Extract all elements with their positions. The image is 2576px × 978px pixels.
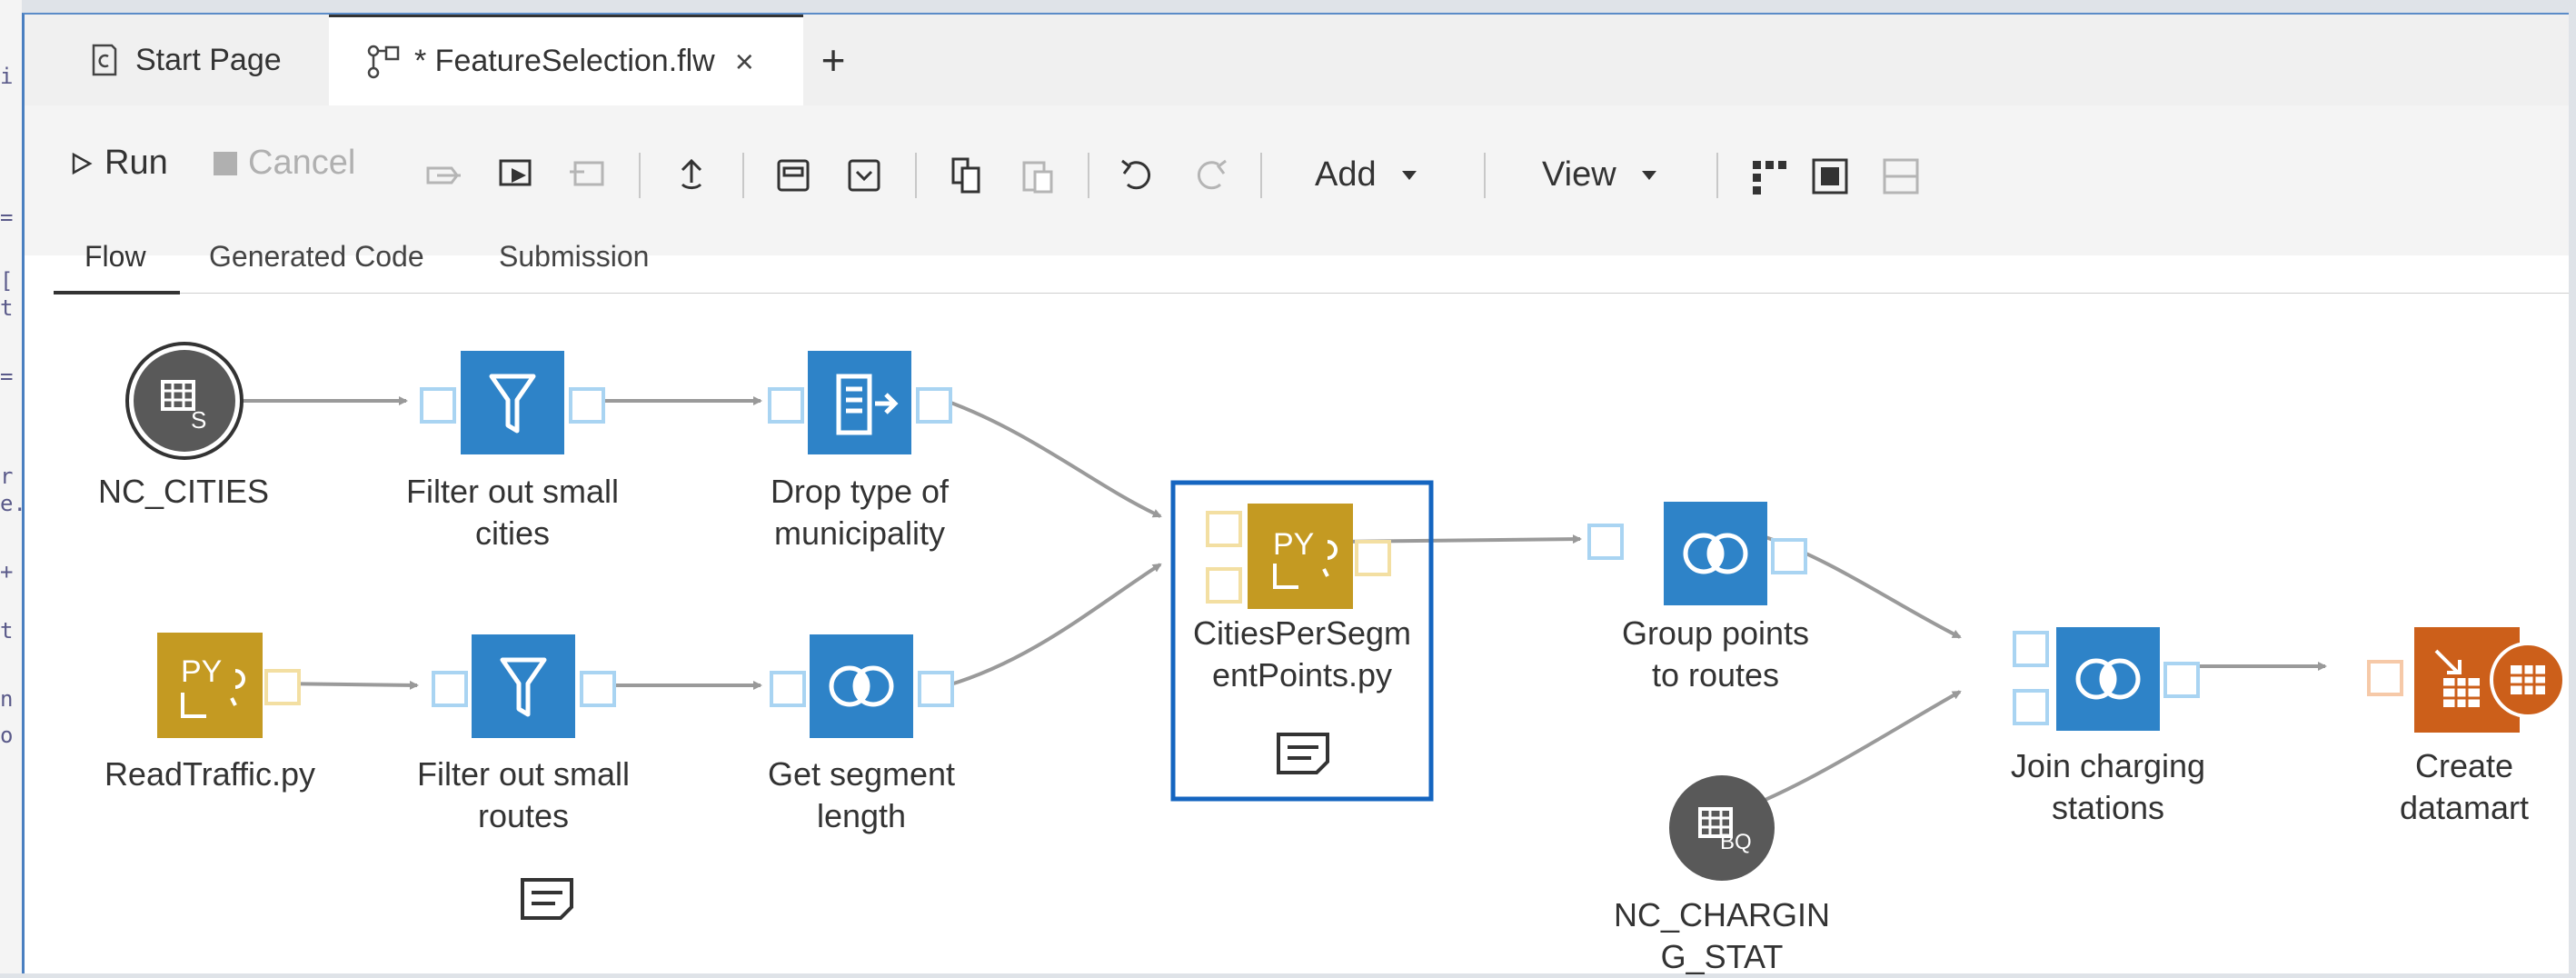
node-label-line: routes [477, 797, 570, 834]
node-filter-small-cities[interactable] [420, 351, 605, 454]
strip-char: [ [0, 268, 14, 294]
node-label-line: CitiesPerSegm [1192, 614, 1412, 652]
node-label-line: Filter out small [405, 473, 620, 510]
node-nc-cities[interactable]: S [125, 342, 244, 460]
strip-char: i [0, 64, 14, 89]
strip-char: + [0, 559, 14, 584]
node-label-line: NC_CHARGIN [1613, 896, 1831, 933]
strip-char: t [0, 618, 14, 644]
note-icon[interactable] [521, 878, 573, 920]
table-icon [2511, 665, 2545, 694]
node-label-line: G_STAT [1660, 938, 1784, 975]
node-read-traffic[interactable]: PY [157, 633, 301, 738]
node-get-segment-length[interactable] [770, 634, 954, 738]
node-label: CitiesPerSegm entPoints.py [1173, 613, 1431, 696]
node-label: Filter out small cities [385, 471, 640, 554]
node-label: ReadTraffic.py [104, 755, 316, 793]
node-drop-type[interactable] [768, 351, 952, 454]
strip-char: r [0, 464, 14, 489]
node-label-line: Join charging [2010, 747, 2206, 784]
node-label: Drop type of municipality [737, 471, 982, 554]
node-label-line: Get segment [767, 755, 956, 793]
strip-char: n [0, 686, 14, 712]
node-label: NC_CHARGIN G_STAT [1575, 894, 1869, 978]
node-label-line: Filter out small [416, 755, 631, 793]
connector [1728, 690, 1962, 816]
flow-editor-window: Start Page * FeatureSelection.flw × + Ru… [22, 13, 2569, 975]
strip-char: t [0, 295, 14, 321]
node-label-line: to routes [1651, 656, 1780, 694]
node-label: Create datamart [2360, 745, 2569, 829]
node-label: Get segment length [748, 753, 975, 837]
background-editor-strip: i = [ t = r e. + t n o [0, 0, 26, 973]
connector [947, 563, 1162, 687]
node-group-points[interactable] [1587, 502, 1807, 605]
node-label-line: datamart [2399, 789, 2530, 826]
node-label-line: Create [2414, 747, 2514, 784]
strip-char: o [0, 723, 14, 748]
node-label: Group points to routes [1584, 613, 1847, 696]
sas-badge: S [191, 406, 206, 434]
node-label-line: Group points [1621, 614, 1810, 652]
python-badge: PY [181, 654, 222, 689]
node-create-datamart[interactable] [2367, 627, 2566, 733]
strip-char: = [0, 364, 14, 389]
node-label: Filter out small routes [396, 753, 651, 837]
node-label: Join charging stations [1972, 745, 2244, 829]
node-label: NC_CITIES [97, 473, 270, 510]
node-label-line: Drop type of [770, 473, 950, 510]
strip-char: = [0, 205, 14, 230]
node-label-line: entPoints.py [1211, 656, 1393, 694]
node-filter-small-routes[interactable] [432, 634, 616, 738]
note-icon[interactable] [1277, 733, 1329, 774]
python-badge: PY [1273, 527, 1314, 562]
node-label-line: cities [474, 514, 551, 552]
node-join-charging[interactable] [2013, 627, 2200, 731]
bigquery-badge: BQ [1720, 830, 1752, 854]
node-label-line: length [816, 797, 907, 834]
node-nc-charging-stat[interactable]: BQ [1669, 775, 1775, 881]
node-label-line: stations [2051, 789, 2165, 826]
node-label-line: municipality [773, 514, 946, 552]
